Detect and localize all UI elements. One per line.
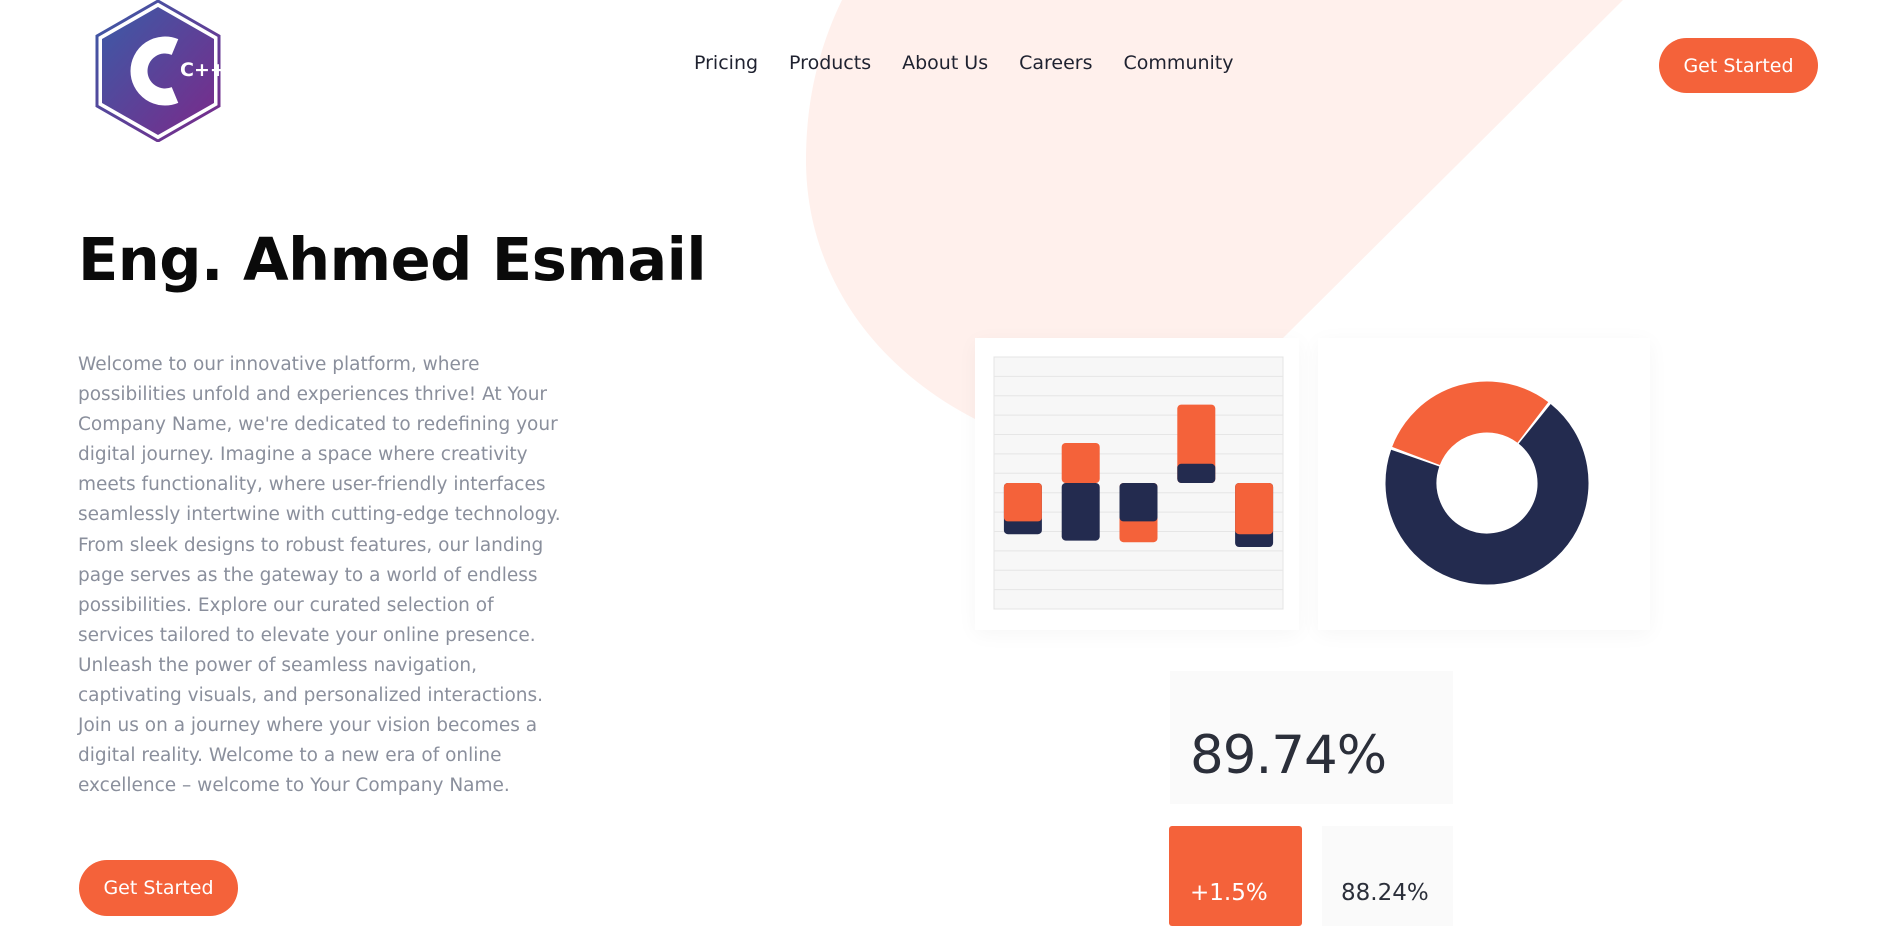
main-nav: Pricing Products About Us Careers Commun… bbox=[694, 52, 1234, 74]
nav-careers[interactable]: Careers bbox=[1019, 52, 1092, 74]
svg-text:C++: C++ bbox=[180, 59, 223, 81]
main-stat-card: 89.74% bbox=[1170, 671, 1453, 804]
donut-chart-card bbox=[1318, 338, 1650, 630]
bar-chart-card bbox=[975, 338, 1299, 630]
main-stat-value: 89.74% bbox=[1190, 725, 1387, 786]
hero-description: Welcome to our innovative platform, wher… bbox=[78, 354, 561, 797]
bar-2-series-1 bbox=[1061, 443, 1100, 483]
header-get-started-button[interactable]: Get Started bbox=[1659, 38, 1818, 93]
bar-2-series-2 bbox=[1061, 483, 1100, 541]
hero-title: Eng. Ahmed Esmail bbox=[78, 225, 707, 294]
nav-pricing[interactable]: Pricing bbox=[694, 52, 758, 74]
nav-products[interactable]: Products bbox=[789, 52, 871, 74]
secondary-stat-value: 88.24% bbox=[1341, 880, 1429, 906]
change-stat-card: +1.5% bbox=[1169, 826, 1302, 926]
secondary-stat-card: 88.24% bbox=[1322, 826, 1453, 926]
donut-slice-1 bbox=[1392, 381, 1549, 467]
nav-community[interactable]: Community bbox=[1124, 52, 1234, 74]
donut-chart bbox=[1385, 381, 1589, 585]
bar-4-series-2 bbox=[1177, 463, 1216, 483]
bar-5-series-1 bbox=[1235, 483, 1274, 535]
bar-1-series-1 bbox=[1003, 483, 1042, 522]
change-stat-value: +1.5% bbox=[1190, 880, 1268, 906]
bar-3-series-2 bbox=[1119, 483, 1158, 522]
nav-about-us[interactable]: About Us bbox=[902, 52, 988, 74]
bar-chart bbox=[993, 356, 1284, 610]
hero-get-started-button[interactable]: Get Started bbox=[79, 860, 238, 916]
logo[interactable]: C++ bbox=[93, 0, 226, 143]
